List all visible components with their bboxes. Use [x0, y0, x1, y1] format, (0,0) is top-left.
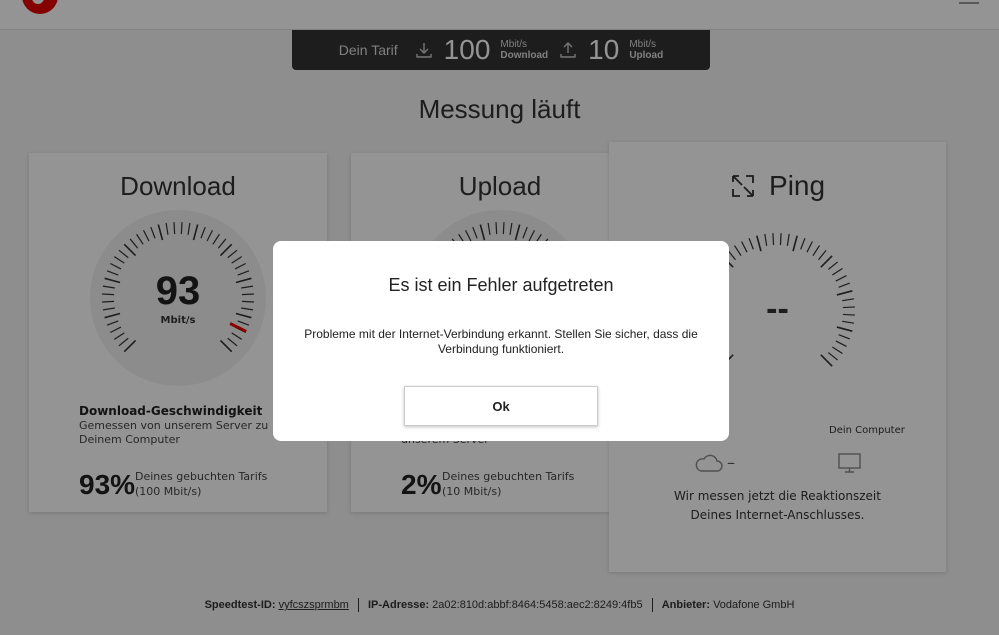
error-dialog: Es ist ein Fehler aufgetreten Probleme m… [273, 241, 729, 441]
error-dialog-title: Es ist ein Fehler aufgetreten [388, 275, 614, 295]
ok-button[interactable]: Ok [404, 386, 598, 426]
error-dialog-message: Probleme mit der Internet-Verbindung erk… [304, 327, 698, 356]
